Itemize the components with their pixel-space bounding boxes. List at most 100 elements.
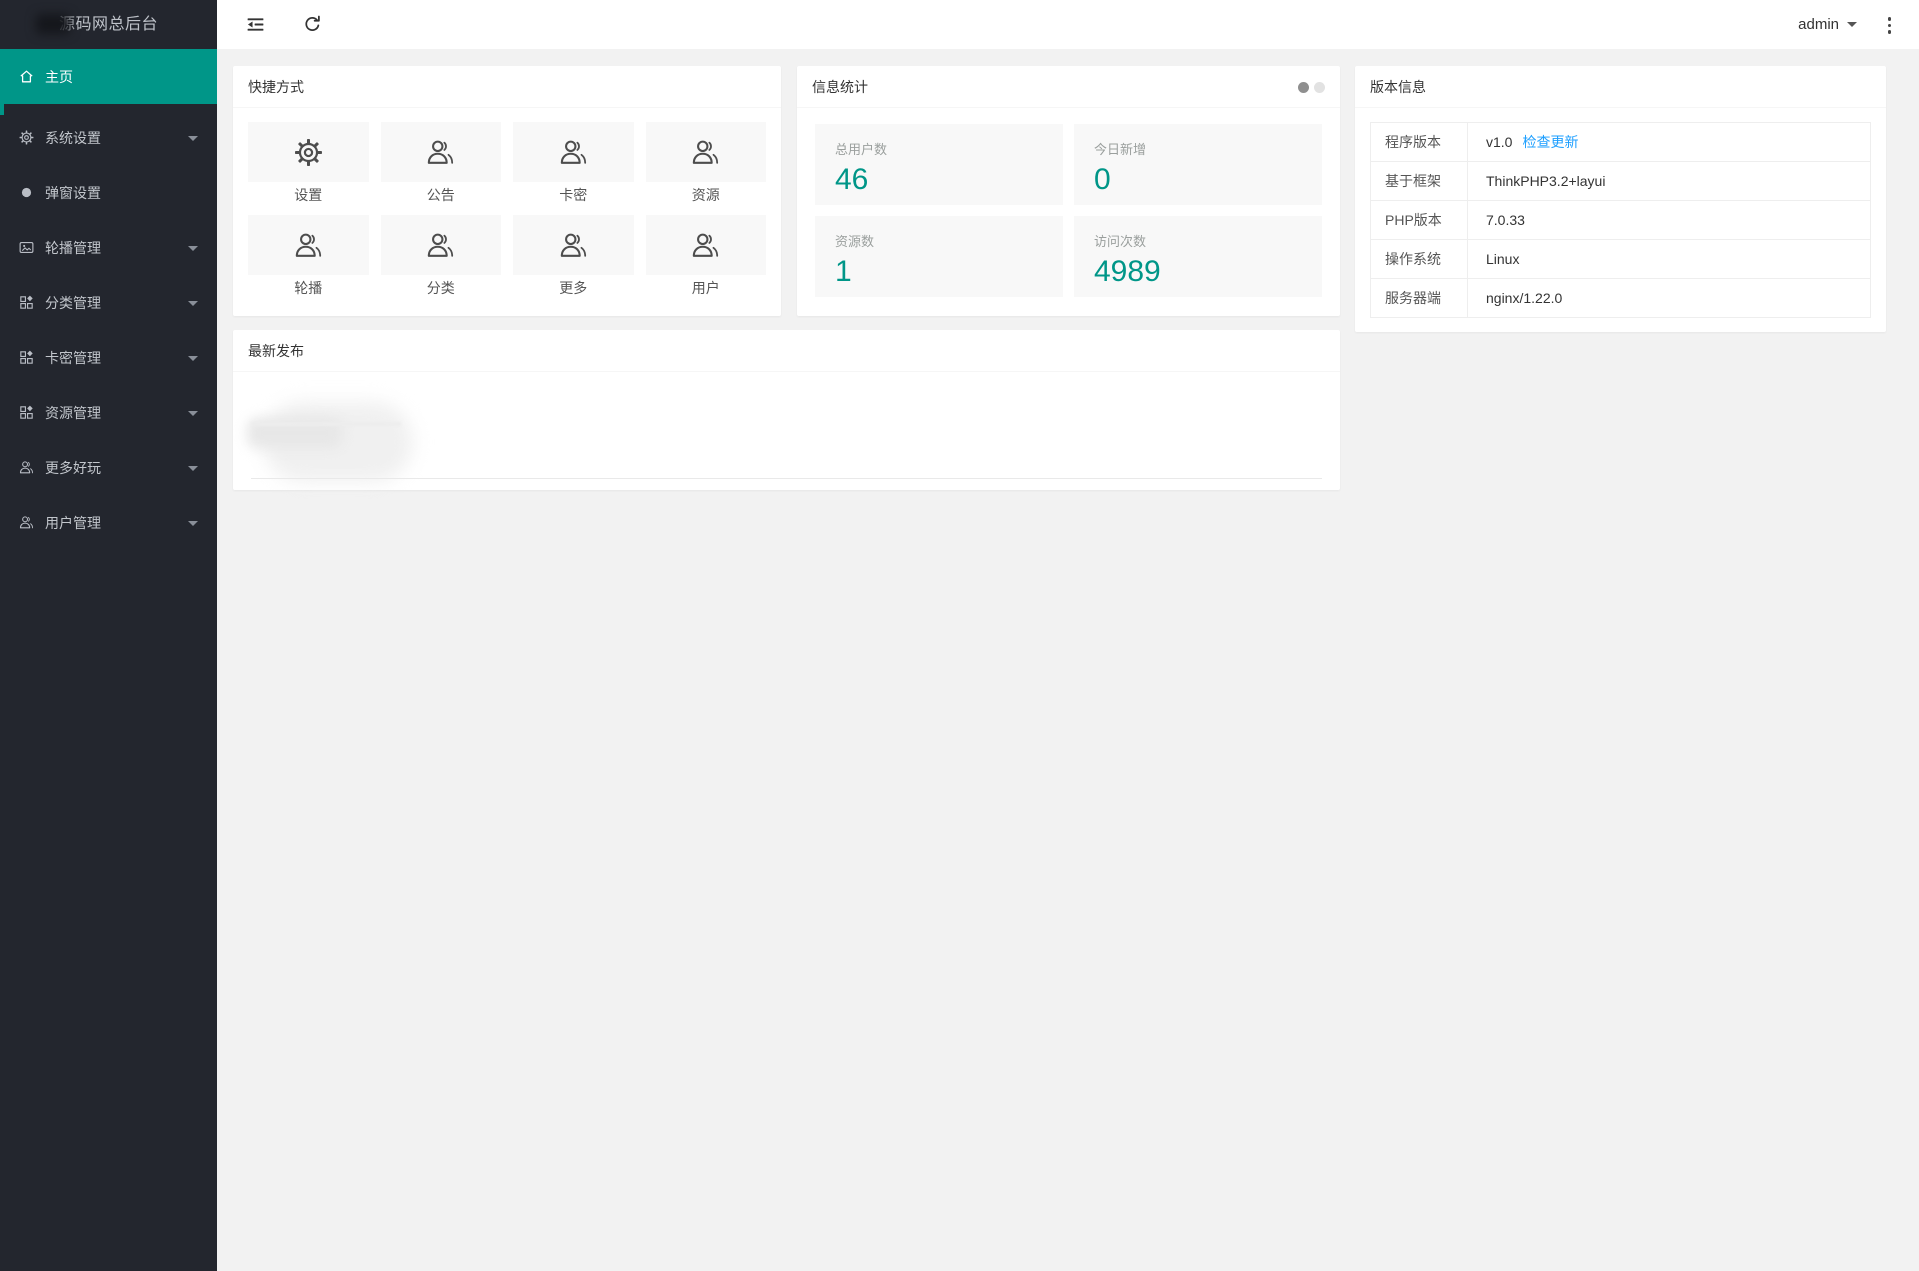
version-row-value: Linux [1467, 239, 1871, 279]
latest-release-title: 最新发布 [233, 330, 1340, 372]
table-row: 基于框架 ThinkPHP3.2+layui [1370, 161, 1871, 201]
grid-icon [18, 404, 35, 421]
sidebar-item-user-management[interactable]: 用户管理 [0, 495, 217, 550]
stat-value: 46 [835, 163, 869, 196]
stat-label: 今日新增 [1094, 142, 1147, 157]
chevron-down-icon [188, 520, 198, 526]
gear-icon [18, 129, 35, 146]
chevron-down-icon [188, 465, 198, 471]
friends-icon [18, 514, 35, 531]
table-row: 操作系统 Linux [1370, 239, 1871, 279]
chevron-down-icon [188, 245, 198, 251]
grid-icon [18, 349, 35, 366]
table-row: PHP版本 7.0.33 [1370, 200, 1871, 240]
version-row-label: PHP版本 [1370, 200, 1468, 240]
sidebar-item-label: 轮播管理 [45, 239, 101, 256]
sidebar-item-label: 主页 [45, 68, 73, 85]
logo-redacted-blur [36, 14, 70, 34]
sidebar-item-label: 更多好玩 [45, 459, 101, 476]
shortcut-cardkey[interactable]: 卡密 [513, 122, 634, 215]
sidebar-item-popup-settings[interactable]: 弹窗设置 [0, 165, 217, 220]
version-row-label: 程序版本 [1370, 122, 1468, 162]
shortcut-label: 卡密 [559, 187, 588, 203]
version-card-title: 版本信息 [1355, 66, 1886, 108]
shortcut-label: 分类 [426, 280, 455, 296]
shortcut-label: 轮播 [294, 280, 323, 296]
sidebar-item-carousel-management[interactable]: 轮播管理 [0, 220, 217, 275]
shortcut-settings[interactable]: 设置 [248, 122, 369, 215]
shortcut-label: 公告 [426, 187, 455, 203]
sidebar-item-home[interactable]: 主页 [0, 49, 217, 104]
shortcut-resource[interactable]: 资源 [645, 122, 766, 215]
stat-label: 总用户数 [835, 142, 888, 157]
shortcuts-grid: 设置 公告 卡密 资源 轮播 分类 更多 用户 [233, 108, 781, 308]
friends-icon [557, 229, 590, 262]
version-row-label: 服务器端 [1370, 278, 1468, 318]
gear-icon [292, 136, 325, 169]
collapse-menu-icon[interactable] [245, 14, 266, 35]
stat-label: 资源数 [835, 234, 875, 249]
image-icon [18, 239, 35, 256]
sidebar-item-label: 资源管理 [45, 404, 101, 421]
sidebar-item-system-settings[interactable]: 系统设置 [0, 110, 217, 165]
version-row-value: ThinkPHP3.2+layui [1467, 161, 1871, 201]
shortcut-label: 设置 [294, 187, 323, 203]
shortcuts-card-title: 快捷方式 [233, 66, 781, 108]
shortcut-more[interactable]: 更多 [513, 215, 634, 308]
shortcuts-card: 快捷方式 设置 公告 卡密 资源 轮播 分类 更多 用户 [233, 66, 781, 316]
stat-resources: 资源数 1 [815, 216, 1063, 297]
sidebar-item-cardkey-management[interactable]: 卡密管理 [0, 330, 217, 385]
friends-icon [557, 136, 590, 169]
stats-card-header: 信息统计 [797, 66, 1340, 108]
chevron-down-icon [188, 300, 198, 306]
stat-label: 访问次数 [1094, 234, 1147, 249]
table-row: 服务器端 nginx/1.22.0 [1370, 278, 1871, 318]
chevron-down-icon [188, 135, 198, 141]
caret-down-icon [1847, 22, 1857, 27]
shortcut-label: 资源 [691, 187, 720, 203]
row-divider [251, 478, 1322, 479]
sidebar-item-category-management[interactable]: 分类管理 [0, 275, 217, 330]
latest-release-card: 最新发布 [233, 330, 1340, 490]
carousel-dots [1298, 82, 1325, 93]
shortcut-announcement[interactable]: 公告 [380, 122, 501, 215]
refresh-icon[interactable] [302, 14, 323, 35]
grid-icon [18, 294, 35, 311]
stat-total-users: 总用户数 46 [815, 124, 1063, 205]
friends-icon [689, 229, 722, 262]
carousel-dot-active[interactable] [1298, 82, 1309, 93]
version-row-label: 操作系统 [1370, 239, 1468, 279]
stats-card: 信息统计 总用户数 46 今日新增 0 资源数 1 访问次数 4989 [797, 66, 1340, 316]
carousel-dot[interactable] [1314, 82, 1325, 93]
shortcut-label: 用户 [691, 280, 720, 296]
sidebar: 源码网总后台 主页 系统设置 弹窗设置 轮播管理 分类管理 卡密管理 资源管理 … [0, 0, 217, 1271]
shortcut-label: 更多 [559, 280, 588, 296]
user-dropdown[interactable]: admin [1798, 0, 1857, 49]
sidebar-item-label: 分类管理 [45, 294, 101, 311]
shortcut-category[interactable]: 分类 [380, 215, 501, 308]
app-title: 源码网总后台 [58, 16, 158, 33]
sidebar-item-label: 弹窗设置 [45, 184, 101, 201]
friends-icon [18, 459, 35, 476]
shortcut-user[interactable]: 用户 [645, 215, 766, 308]
username-label: admin [1798, 16, 1839, 33]
check-update-link[interactable]: 检查更新 [1522, 134, 1578, 150]
sidebar-item-resource-management[interactable]: 资源管理 [0, 385, 217, 440]
version-table: 程序版本 v1.0 检查更新 基于框架 ThinkPHP3.2+layui PHP… [1370, 122, 1871, 318]
stat-value: 1 [835, 255, 852, 288]
sidebar-item-more-fun[interactable]: 更多好玩 [0, 440, 217, 495]
friends-icon [424, 136, 457, 169]
dot-icon [18, 184, 35, 201]
sidebar-menu: 系统设置 弹窗设置 轮播管理 分类管理 卡密管理 资源管理 更多好玩 用户管理 [0, 110, 217, 550]
sidebar-item-label: 系统设置 [45, 129, 101, 146]
top-bar: admin [217, 0, 1919, 49]
app-logo: 源码网总后台 [0, 0, 217, 49]
kebab-menu-icon[interactable] [1884, 16, 1896, 35]
chevron-down-icon [188, 410, 198, 416]
version-row-label: 基于框架 [1370, 161, 1468, 201]
redacted-content-blur [251, 422, 401, 426]
stats-card-title: 信息统计 [812, 79, 868, 95]
friends-icon [689, 136, 722, 169]
shortcut-carousel[interactable]: 轮播 [248, 215, 369, 308]
stat-value: 4989 [1094, 255, 1161, 288]
